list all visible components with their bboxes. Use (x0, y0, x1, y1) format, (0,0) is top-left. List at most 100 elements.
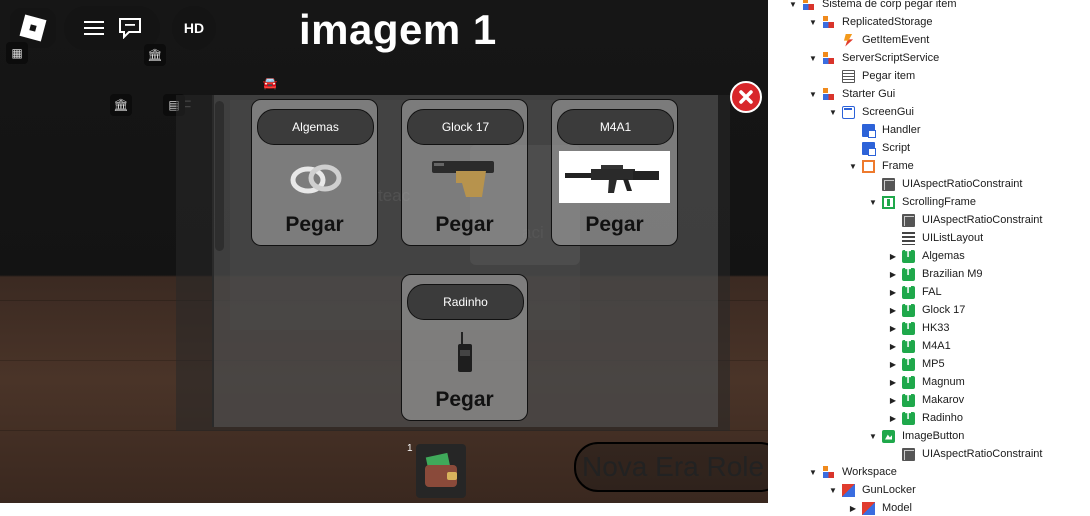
listlayout-icon (902, 231, 915, 245)
explorer-row[interactable]: ▶ Magnum (888, 373, 965, 391)
pegar-button[interactable]: Pegar (402, 388, 527, 412)
expand-arrow-icon[interactable]: ▶ (888, 342, 898, 351)
expand-arrow-icon[interactable]: ▶ (888, 378, 898, 387)
constraint-icon (902, 213, 915, 227)
textbutton-icon (902, 303, 915, 317)
expand-arrow-icon[interactable]: ▶ (888, 414, 898, 423)
game-viewport[interactable]: F teac aci HD imagem 1 ▦ 🏛 🏛 ▤ 🚘 Algemas… (0, 0, 768, 503)
close-button[interactable] (730, 81, 762, 113)
explorer-row[interactable]: ▶ Model (848, 499, 912, 516)
expand-arrow-icon[interactable]: ▼ (808, 90, 818, 99)
expand-arrow-icon[interactable]: ▼ (828, 486, 838, 495)
explorer-row[interactable]: ▶ FAL (888, 283, 942, 301)
explorer-row[interactable]: ▶ HK33 (888, 319, 950, 337)
pegar-button[interactable]: Pegar (552, 213, 677, 237)
explorer-row[interactable]: ▼ Workspace (808, 463, 897, 481)
explorer-row-label: Workspace (842, 466, 897, 478)
explorer-row[interactable]: ▶ Algemas (888, 247, 965, 265)
explorer-row[interactable]: ▼ ScreenGui (828, 103, 914, 121)
scrollingframe-icon (882, 195, 895, 209)
rifle-icon (559, 151, 670, 203)
explorer-row[interactable]: UIAspectRatioConstraint (888, 445, 1042, 463)
folder-icon (822, 51, 835, 65)
explorer-row[interactable]: ▶ Brazilian M9 (888, 265, 983, 283)
expand-arrow-icon[interactable]: ▼ (828, 108, 838, 117)
explorer-row[interactable]: ▼ ScrollingFrame (868, 193, 976, 211)
remote-event-icon (843, 33, 854, 47)
expand-arrow-icon[interactable]: ▼ (808, 54, 818, 63)
expand-arrow-icon[interactable]: ▶ (888, 324, 898, 333)
explorer-row-label: Script (882, 142, 911, 154)
textbutton-icon (902, 285, 915, 299)
folder-icon (822, 15, 835, 29)
explorer-row-label: GunLocker (862, 484, 916, 496)
hd-admin-button[interactable]: HD (172, 6, 216, 50)
explorer-row[interactable]: UIAspectRatioConstraint (888, 211, 1042, 229)
pegar-button[interactable]: Pegar (252, 213, 377, 237)
explorer-row-label: Starter Gui (842, 88, 896, 100)
expand-arrow-icon[interactable]: ▶ (888, 288, 898, 297)
explorer-row[interactable]: ▼ Frame (848, 157, 914, 175)
expand-arrow-icon[interactable]: ▼ (788, 0, 798, 9)
expand-arrow-icon[interactable]: ▼ (808, 468, 818, 477)
explorer-row[interactable]: ▶ Radinho (888, 409, 963, 427)
item-label: M4A1 (557, 109, 674, 145)
expand-arrow-icon[interactable]: ▼ (848, 162, 858, 171)
explorer-row[interactable]: GetItemEvent (828, 31, 929, 49)
explorer-row[interactable]: UIListLayout (888, 229, 983, 247)
expand-arrow-icon[interactable]: ▶ (888, 270, 898, 279)
textbutton-icon (902, 267, 915, 281)
textbutton-icon (902, 375, 915, 389)
explorer-row[interactable]: ▼ GunLocker (828, 481, 916, 499)
expand-arrow-icon[interactable]: ▼ (868, 198, 878, 207)
explorer-row[interactable]: ▶ MP5 (888, 355, 945, 373)
explorer-row[interactable]: ▼ ImageButton (868, 427, 964, 445)
explorer-row[interactable]: ▼ Sistema de corp pegar item (788, 0, 957, 13)
expand-arrow-icon[interactable]: ▼ (808, 18, 818, 27)
explorer-row[interactable]: ▶ Glock 17 (888, 301, 965, 319)
explorer-row[interactable]: ▶ Makarov (888, 391, 964, 409)
explorer-row[interactable]: ▼ ServerScriptService (808, 49, 939, 67)
expand-arrow-icon[interactable]: ▶ (888, 360, 898, 369)
explorer-row-label: Glock 17 (922, 304, 966, 316)
explorer-row-label: Brazilian M9 (922, 268, 983, 280)
expand-arrow-icon[interactable]: ▶ (888, 396, 898, 405)
close-icon (739, 90, 753, 104)
explorer-row-label: Makarov (922, 394, 965, 406)
scrollbar[interactable] (215, 101, 224, 251)
item-label: Glock 17 (407, 109, 524, 145)
explorer-row[interactable]: ▼ Starter Gui (808, 85, 895, 103)
textbutton-icon (902, 249, 915, 263)
bank-icon: 🏛 (110, 94, 132, 116)
item-label: Algemas (257, 109, 374, 145)
textbutton-icon (902, 393, 915, 407)
chat-button[interactable] (112, 10, 148, 46)
expand-arrow-icon[interactable]: ▶ (888, 252, 898, 261)
screengui-icon (842, 105, 855, 119)
explorer-row[interactable]: Script (848, 139, 910, 157)
expand-arrow-icon[interactable]: ▼ (868, 432, 878, 441)
item-card-radinho: Radinho Pegar (401, 274, 528, 421)
pegar-button[interactable]: Pegar (402, 213, 527, 237)
explorer-row-label: MP5 (922, 358, 945, 370)
explorer-row[interactable]: ▶ M4A1 (888, 337, 951, 355)
nova-era-banner: Nova Era Role (574, 442, 768, 492)
expand-arrow-icon[interactable]: ▶ (888, 306, 898, 315)
explorer-row[interactable]: UIAspectRatioConstraint (868, 175, 1022, 193)
wallet-icon (425, 452, 457, 487)
expand-arrow-icon[interactable]: ▶ (848, 504, 858, 513)
explorer-row[interactable]: Handler (848, 121, 921, 139)
explorer-row-label: M4A1 (922, 340, 951, 352)
explorer-row[interactable]: Pegar item (828, 67, 915, 85)
textbutton-icon (902, 357, 915, 371)
explorer-row-label: Model (882, 502, 912, 514)
folder-icon (822, 87, 835, 101)
explorer-row-label: Sistema de corp pegar item (822, 0, 957, 10)
bottom-gap (0, 503, 768, 516)
hamburger-menu-button[interactable] (76, 10, 112, 46)
hotbar-slot-wallet[interactable] (416, 444, 466, 498)
explorer-row[interactable]: ▼ ReplicatedStorage (808, 13, 933, 31)
explorer-row-label: Pegar item (862, 70, 916, 82)
handcuffs-icon (258, 150, 373, 206)
explorer-row-label: Handler (882, 124, 921, 136)
